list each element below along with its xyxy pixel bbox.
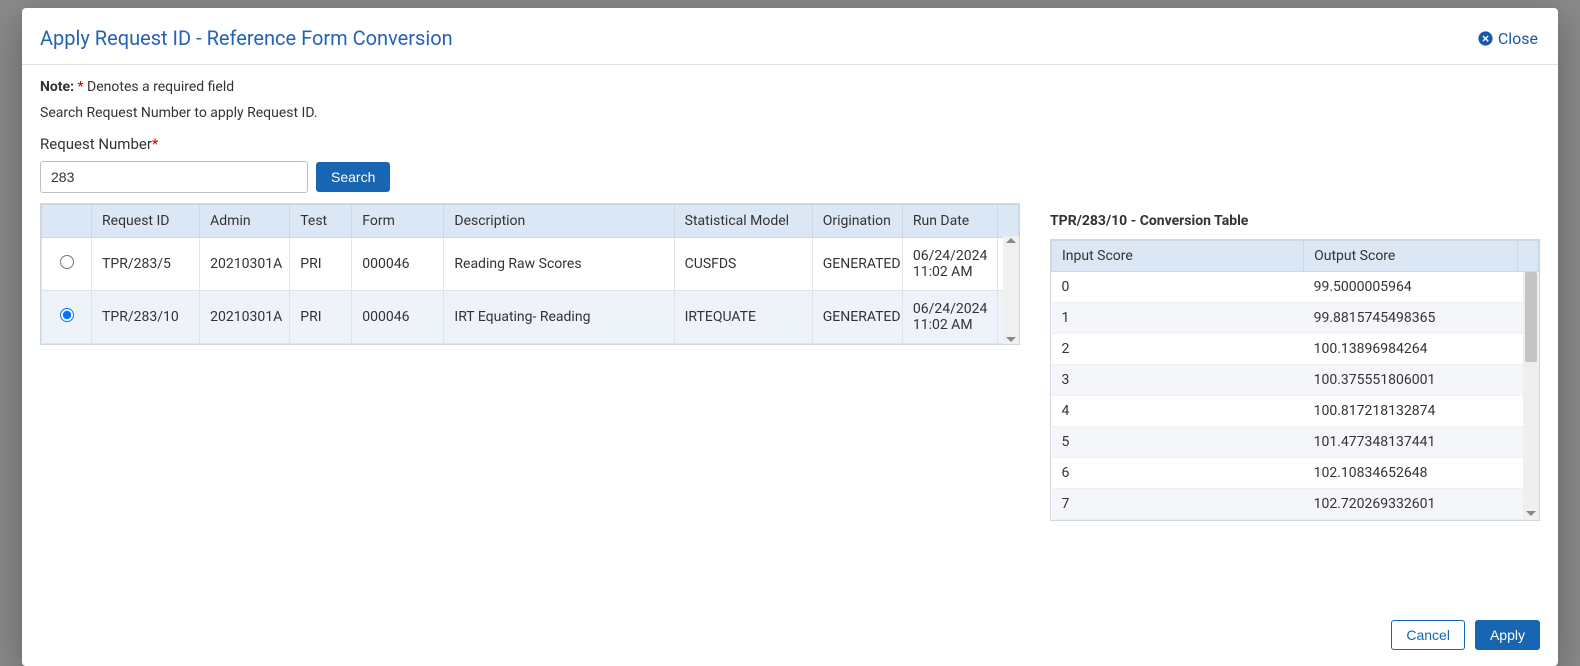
request-number-label: Request Number* (40, 135, 1540, 153)
note-text: Denotes a required field (87, 79, 234, 95)
cell-form: 000046 (352, 291, 444, 344)
scroll-up-icon[interactable] (1006, 238, 1016, 243)
col-input-score[interactable]: Input Score (1052, 241, 1304, 272)
conversion-row: 2100.13896984264 (1052, 334, 1539, 365)
conversion-row: 3100.375551806001 (1052, 365, 1539, 396)
close-button[interactable]: Close (1477, 29, 1538, 48)
cell-input-score: 5 (1052, 427, 1304, 458)
cell-output-score: 99.8815745498365 (1304, 303, 1518, 334)
cell-origination: GENERATED (812, 291, 902, 344)
conversion-row: 6102.10834652648 (1052, 458, 1539, 489)
col-origination[interactable]: Origination (812, 205, 902, 238)
row-select-radio[interactable] (60, 308, 74, 322)
cell-output-score: 99.5000005964 (1304, 272, 1518, 303)
cell-description: IRT Equating- Reading (444, 291, 674, 344)
cell-model: CUSFDS (674, 238, 812, 291)
cell-input-score: 0 (1052, 272, 1304, 303)
note-line: Note: * Denotes a required field (40, 79, 1540, 95)
conversion-table: Input Score Output Score 099.50000059641… (1051, 240, 1539, 520)
conversion-row: 7102.720269332601 (1052, 489, 1539, 520)
search-button[interactable]: Search (316, 162, 390, 192)
close-label: Close (1498, 29, 1538, 48)
modal-body: Note: * Denotes a required field Search … (22, 65, 1558, 610)
results-scrollbar[interactable] (1003, 236, 1019, 344)
conversion-pane: TPR/283/10 - Conversion Table Input Scor… (1050, 203, 1540, 600)
cell-form: 000046 (352, 238, 444, 291)
cell-input-score: 4 (1052, 396, 1304, 427)
row-select-radio[interactable] (60, 255, 74, 269)
cell-output-score: 102.10834652648 (1304, 458, 1518, 489)
cell-input-score: 3 (1052, 365, 1304, 396)
results-header-row: Request ID Admin Test Form Description S… (42, 205, 1019, 238)
results-table: Request ID Admin Test Form Description S… (41, 204, 1019, 344)
table-row[interactable]: TPR/283/520210301APRI000046Reading Raw S… (42, 238, 1019, 291)
col-description[interactable]: Description (444, 205, 674, 238)
row-select-cell (42, 238, 92, 291)
conversion-row: 4100.817218132874 (1052, 396, 1539, 427)
close-icon (1477, 30, 1494, 47)
conversion-row: 099.5000005964 (1052, 272, 1539, 303)
apply-button[interactable]: Apply (1475, 620, 1540, 650)
table-row[interactable]: TPR/283/1020210301APRI000046IRT Equating… (42, 291, 1019, 344)
cell-test: PRI (290, 238, 352, 291)
cell-output-score: 101.477348137441 (1304, 427, 1518, 458)
conversion-header-row: Input Score Output Score (1052, 241, 1539, 272)
col-select-header (42, 205, 92, 238)
required-asterisk-icon: * (152, 135, 158, 153)
cell-request-id: TPR/283/10 (92, 291, 200, 344)
scroll-down-icon[interactable] (1526, 511, 1536, 516)
cancel-button[interactable]: Cancel (1391, 620, 1465, 650)
cell-description: Reading Raw Scores (444, 238, 674, 291)
cell-output-score: 102.720269332601 (1304, 489, 1518, 520)
cell-input-score: 6 (1052, 458, 1304, 489)
col-form[interactable]: Form (352, 205, 444, 238)
col-request-id[interactable]: Request ID (92, 205, 200, 238)
cell-output-score: 100.375551806001 (1304, 365, 1518, 396)
cell-output-score: 100.13896984264 (1304, 334, 1518, 365)
note-bold: Note: (40, 79, 74, 95)
conversion-scrollbar[interactable] (1523, 272, 1539, 520)
cell-request-id: TPR/283/5 (92, 238, 200, 291)
col-test[interactable]: Test (290, 205, 352, 238)
conversion-title: TPR/283/10 - Conversion Table (1050, 213, 1540, 229)
cell-admin: 20210301A (200, 238, 290, 291)
modal-footer: Cancel Apply (22, 610, 1558, 666)
required-asterisk-icon: * (78, 79, 84, 95)
cell-admin: 20210301A (200, 291, 290, 344)
modal-title: Apply Request ID - Reference Form Conver… (40, 26, 453, 50)
row-select-cell (42, 291, 92, 344)
results-pane: Request ID Admin Test Form Description S… (40, 203, 1020, 600)
cell-origination: GENERATED (812, 238, 902, 291)
conversion-row: 5101.477348137441 (1052, 427, 1539, 458)
col-output-score[interactable]: Output Score (1304, 241, 1518, 272)
cell-input-score: 2 (1052, 334, 1304, 365)
cell-input-score: 7 (1052, 489, 1304, 520)
instruction-text: Search Request Number to apply Request I… (40, 105, 1540, 121)
cell-input-score: 1 (1052, 303, 1304, 334)
results-table-wrap: Request ID Admin Test Form Description S… (40, 203, 1020, 345)
col-spacer (1518, 241, 1539, 272)
conversion-table-wrap: Input Score Output Score 099.50000059641… (1050, 239, 1540, 521)
cell-run-date: 06/24/2024 11:02 AM (902, 238, 997, 291)
col-spacer (997, 205, 1018, 238)
modal-header: Apply Request ID - Reference Form Conver… (22, 8, 1558, 65)
cell-model: IRTEQUATE (674, 291, 812, 344)
modal-dialog: Apply Request ID - Reference Form Conver… (22, 8, 1558, 666)
search-row: Search (40, 161, 1540, 193)
conversion-row: 199.8815745498365 (1052, 303, 1539, 334)
cell-output-score: 100.817218132874 (1304, 396, 1518, 427)
cell-test: PRI (290, 291, 352, 344)
request-number-input[interactable] (40, 161, 308, 193)
col-model[interactable]: Statistical Model (674, 205, 812, 238)
scroll-down-icon[interactable] (1006, 337, 1016, 342)
scrollbar-thumb[interactable] (1525, 272, 1537, 362)
cell-run-date: 06/24/2024 11:02 AM (902, 291, 997, 344)
col-run-date[interactable]: Run Date (902, 205, 997, 238)
col-admin[interactable]: Admin (200, 205, 290, 238)
content-split: Request ID Admin Test Form Description S… (40, 203, 1540, 600)
